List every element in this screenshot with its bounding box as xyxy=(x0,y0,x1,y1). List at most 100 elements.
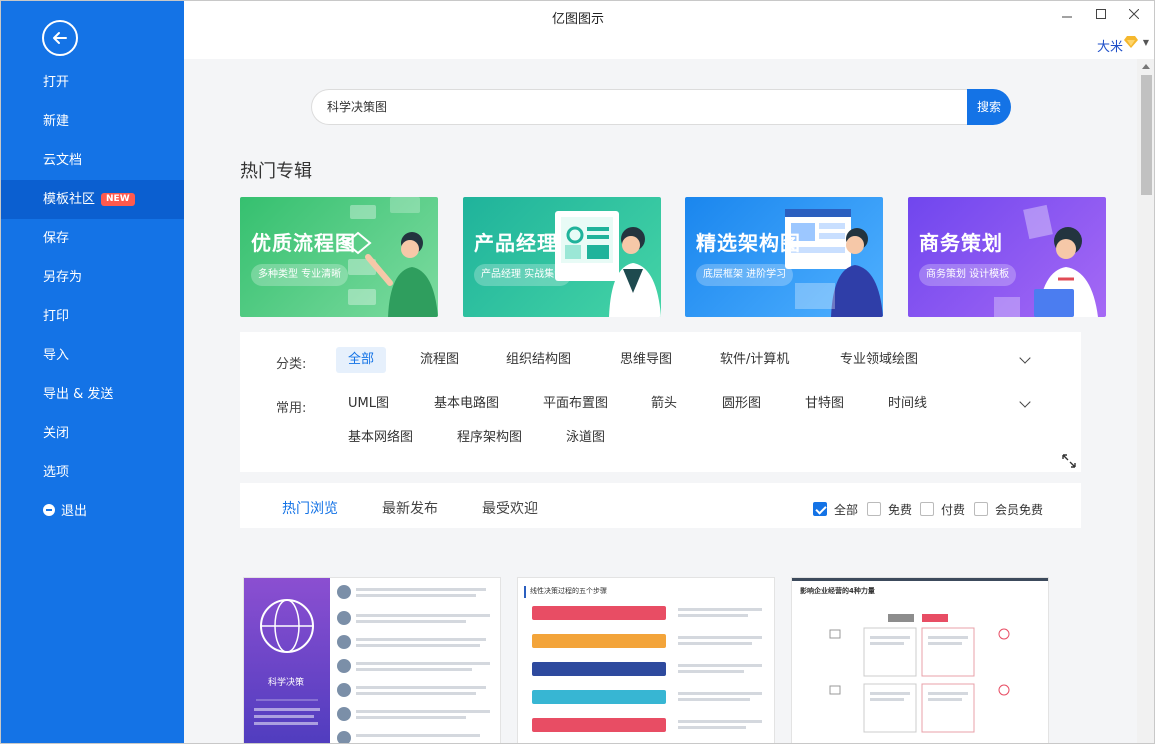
common-chip-arrow[interactable]: 箭头 xyxy=(639,391,689,417)
banner-business-planning[interactable]: 商务策划 商务策划 设计模板 xyxy=(908,197,1106,317)
sidebar-item-cloud-docs[interactable]: 云文档 xyxy=(1,141,184,180)
banner-title: 精选架构图 xyxy=(696,231,801,255)
template-caption: 影响企业经营的4种力量 xyxy=(800,587,875,595)
checkbox-free[interactable] xyxy=(867,502,881,516)
sidebar-item-label: 模板社区 xyxy=(43,192,96,207)
minimize-icon xyxy=(1062,16,1072,18)
banner-flowchart[interactable]: 优质流程图 多种类型 专业清晰 xyxy=(240,197,438,317)
sidebar-item-save-as[interactable]: 另存为 xyxy=(1,258,184,297)
category-chip-professional[interactable]: 专业领域绘图 xyxy=(828,347,930,373)
sidebar-item-exit[interactable]: 退出 xyxy=(1,492,184,531)
chevron-down-icon[interactable] xyxy=(1019,396,1031,408)
common-chip-program-architecture[interactable]: 程序架构图 xyxy=(445,425,534,451)
back-button[interactable] xyxy=(42,20,78,56)
sidebar-item-label: 另存为 xyxy=(43,270,83,285)
sidebar-item-label: 打开 xyxy=(43,75,70,90)
template-card[interactable]: 线性决策过程的五个步骤 xyxy=(517,577,775,743)
sidebar-item-import[interactable]: 导入 xyxy=(1,336,184,375)
maximize-icon xyxy=(1096,9,1106,19)
common-chip-uml[interactable]: UML图 xyxy=(336,391,401,417)
template-card[interactable]: 科学决策 xyxy=(243,577,501,743)
common-label: 常用: xyxy=(276,401,307,416)
minimize-button[interactable] xyxy=(1057,5,1077,25)
sidebar-item-print[interactable]: 打印 xyxy=(1,297,184,336)
sidebar-item-label: 退出 xyxy=(61,504,88,519)
checkbox-label: 全部 xyxy=(834,503,859,517)
category-chip-software[interactable]: 软件/计算机 xyxy=(708,347,801,373)
common-chip-floor-plan[interactable]: 平面布置图 xyxy=(531,391,620,417)
banner-product-manager[interactable]: 产品经理 产品经理 实战集合 xyxy=(463,197,661,317)
sidebar-item-new[interactable]: 新建 xyxy=(1,102,184,141)
template-preview xyxy=(524,586,762,732)
sort-tabs-panel: 热门浏览 最新发布 最受欢迎 全部 免费 付费 会员免费 xyxy=(240,483,1081,528)
chevron-down-icon[interactable]: ▼ xyxy=(1143,38,1149,47)
common-chip-circle[interactable]: 圆形图 xyxy=(710,391,773,417)
common-chip-circuit[interactable]: 基本电路图 xyxy=(422,391,511,417)
sidebar-item-save[interactable]: 保存 xyxy=(1,219,184,258)
checkbox-label: 付费 xyxy=(941,503,966,517)
user-name[interactable]: 大米 xyxy=(1097,36,1123,55)
sidebar-item-label: 导出 & 发送 xyxy=(43,387,114,402)
diamond-icon xyxy=(1124,36,1138,48)
template-card[interactable]: 影响企业经营的4种力量 xyxy=(791,577,1049,743)
template-preview xyxy=(792,578,1048,733)
sidebar: 打开 新建 云文档 模板社区 NEW 保存 另存为 打印 导入 导出 & 发送 关… xyxy=(1,1,184,743)
business-planning-illustration xyxy=(994,204,1098,317)
architecture-illustration xyxy=(785,209,883,317)
search-button[interactable]: 搜索 xyxy=(967,89,1011,125)
checkbox-paid[interactable] xyxy=(920,502,934,516)
sidebar-item-label: 保存 xyxy=(43,231,70,246)
app-window: 打开 新建 云文档 模板社区 NEW 保存 另存为 打印 导入 导出 & 发送 关… xyxy=(0,0,1155,744)
common-chip-timeline[interactable]: 时间线 xyxy=(876,391,939,417)
template-caption: 线性决策过程的五个步骤 xyxy=(530,587,607,595)
section-title-hot-topics: 热门专辑 xyxy=(240,161,312,182)
common-chip-gantt[interactable]: 甘特图 xyxy=(793,391,856,417)
sidebar-item-label: 导入 xyxy=(43,348,70,363)
scroll-thumb[interactable] xyxy=(1141,75,1152,195)
expand-icon[interactable] xyxy=(1062,454,1076,468)
sidebar-item-options[interactable]: 选项 xyxy=(1,453,184,492)
checkbox-label: 免费 xyxy=(888,503,913,517)
template-preview xyxy=(244,578,490,743)
category-chip-flowchart[interactable]: 流程图 xyxy=(408,347,471,373)
sidebar-item-close[interactable]: 关闭 xyxy=(1,414,184,453)
scroll-up-icon[interactable] xyxy=(1142,64,1150,69)
sidebar-item-label: 打印 xyxy=(43,309,70,324)
maximize-button[interactable] xyxy=(1091,5,1111,25)
common-chip-swimlane[interactable]: 泳道图 xyxy=(554,425,617,451)
sidebar-item-label: 云文档 xyxy=(43,153,83,168)
tab-most-popular[interactable]: 最受欢迎 xyxy=(482,498,538,518)
banner-tag: 商务策划 设计模板 xyxy=(919,264,1017,286)
checkbox-all[interactable] xyxy=(813,502,827,516)
checkbox-label: 会员免费 xyxy=(995,503,1044,517)
category-chip-mind-map[interactable]: 思维导图 xyxy=(608,347,684,373)
sidebar-item-open[interactable]: 打开 xyxy=(1,63,184,102)
filter-panel: 分类: 全部 流程图 组织结构图 思维导图 软件/计算机 专业领域绘图 常用: … xyxy=(240,332,1081,472)
new-badge: NEW xyxy=(101,193,135,206)
banner-tag: 产品经理 实战集合 xyxy=(474,264,572,286)
chevron-down-icon[interactable] xyxy=(1019,352,1031,364)
category-chip-org-chart[interactable]: 组织结构图 xyxy=(494,347,583,373)
close-icon xyxy=(1128,8,1140,20)
vertical-scrollbar[interactable] xyxy=(1137,59,1154,743)
template-caption: 科学决策 xyxy=(268,678,305,688)
banner-title: 产品经理 xyxy=(474,231,558,255)
close-button[interactable] xyxy=(1124,5,1144,25)
search-input[interactable]: 科学决策图 xyxy=(311,89,967,125)
exit-icon xyxy=(43,504,55,516)
checkbox-member-free[interactable] xyxy=(974,502,988,516)
sidebar-item-label: 关闭 xyxy=(43,426,70,441)
sidebar-item-label: 选项 xyxy=(43,465,70,480)
product-manager-illustration xyxy=(555,211,661,317)
title-bar: 亿图图示 大米 ▼ xyxy=(184,1,1154,59)
tab-latest[interactable]: 最新发布 xyxy=(382,498,438,518)
banner-title: 优质流程图 xyxy=(251,231,356,255)
category-chip-all[interactable]: 全部 xyxy=(336,347,387,373)
sidebar-item-export-send[interactable]: 导出 & 发送 xyxy=(1,375,184,414)
banner-title: 商务策划 xyxy=(919,231,1003,255)
banner-tag: 底层框架 进阶学习 xyxy=(696,264,794,286)
banner-architecture[interactable]: 精选架构图 底层框架 进阶学习 xyxy=(685,197,883,317)
sidebar-item-template-community[interactable]: 模板社区 NEW xyxy=(1,180,184,219)
common-chip-network[interactable]: 基本网络图 xyxy=(336,425,425,451)
tab-hot[interactable]: 热门浏览 xyxy=(282,498,338,518)
